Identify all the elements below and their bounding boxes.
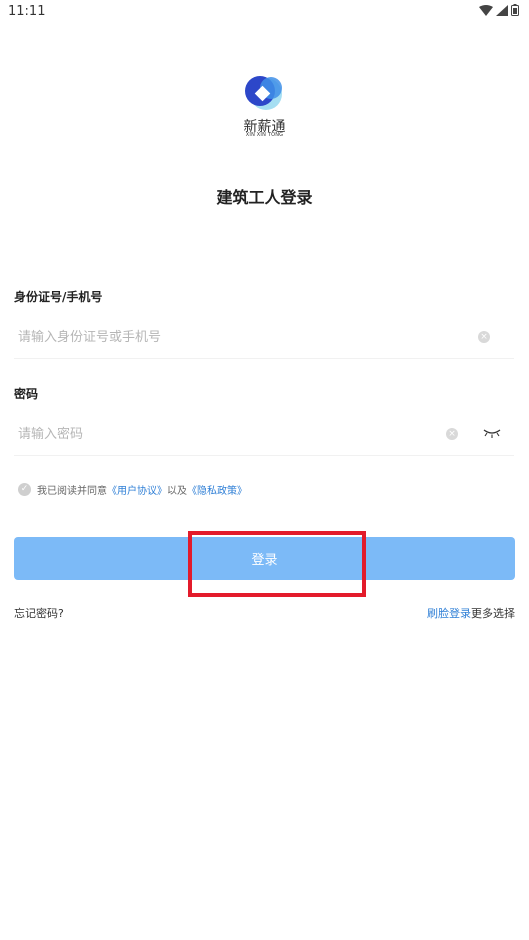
brand-subtitle: XIN XIN TONG	[245, 132, 284, 138]
clear-id-icon[interactable]: ×	[478, 331, 490, 343]
battery-icon	[511, 4, 519, 16]
user-agreement-link[interactable]: 《用户协议》	[107, 482, 167, 497]
clear-password-icon[interactable]: ×	[446, 428, 458, 440]
password-input[interactable]	[14, 413, 448, 455]
page-title: 建筑工人登录	[216, 188, 313, 207]
id-phone-label: 身份证号/手机号	[14, 290, 103, 304]
app-logo-icon	[245, 76, 282, 110]
id-phone-input[interactable]	[14, 316, 448, 358]
status-bar: 11:11	[0, 0, 529, 22]
forgot-password-link[interactable]: 忘记密码?	[14, 605, 64, 621]
login-button[interactable]: 登录	[14, 537, 515, 580]
privacy-policy-link[interactable]: 《隐私政策》	[187, 482, 247, 497]
wifi-icon	[479, 4, 493, 16]
signal-icon	[496, 4, 508, 16]
agreement-prefix: 我已阅读并同意	[37, 486, 107, 497]
password-label: 密码	[14, 387, 39, 401]
agreement-row: ✓ 我已阅读并同意 《用户协议》 以及 《隐私政策》	[18, 482, 247, 497]
more-options-link[interactable]: 更多选择	[471, 607, 515, 620]
status-icons	[479, 4, 519, 16]
status-time: 11:11	[8, 4, 46, 19]
id-phone-field-container: ×	[14, 316, 514, 359]
alt-login-links: 刷脸登录更多选择	[427, 605, 515, 621]
face-login-link[interactable]: 刷脸登录	[427, 607, 471, 620]
agreement-conjunction: 以及	[167, 486, 187, 497]
agree-checkbox-icon[interactable]: ✓	[18, 483, 31, 496]
eye-closed-icon[interactable]	[482, 426, 502, 440]
password-field-container: ×	[14, 413, 514, 456]
